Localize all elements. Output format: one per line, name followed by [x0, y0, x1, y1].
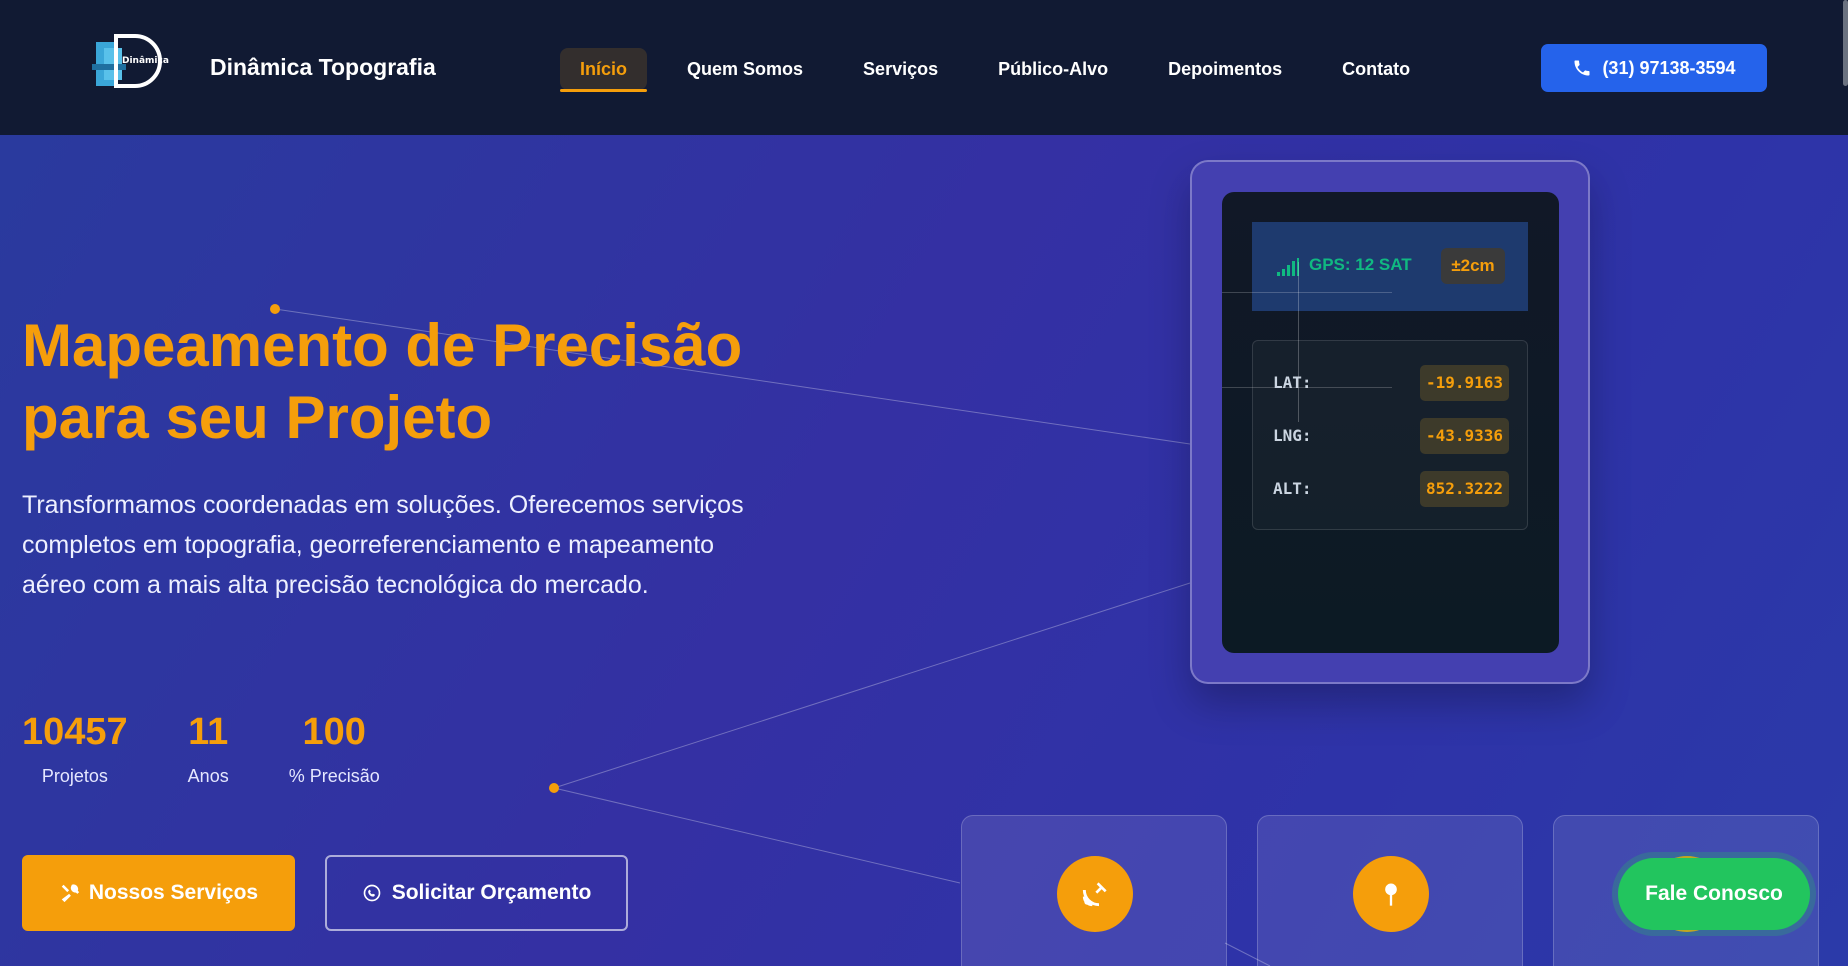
nav-servicos[interactable]: Serviços: [843, 48, 958, 90]
device-screen: GPS: 12 SAT ±2cm LAT: -19.9163 LNG: -43.…: [1222, 192, 1559, 653]
coordinates-panel: LAT: -19.9163 LNG: -43.9336 ALT: 852.322…: [1252, 340, 1528, 530]
logo-text: Dinâmica: [122, 56, 169, 66]
map-pin-icon: [1353, 856, 1429, 932]
stat-value: 10457: [22, 711, 128, 753]
nav-publico-alvo[interactable]: Público-Alvo: [978, 48, 1128, 90]
fale-conosco-button[interactable]: Fale Conosco: [1618, 858, 1810, 930]
logo[interactable]: Dinâmica: [92, 34, 172, 92]
stat-projetos: 10457 Projetos: [22, 710, 128, 787]
satellite-dish-icon: [1057, 856, 1133, 932]
coord-label: ALT:: [1273, 479, 1312, 498]
accuracy-badge: ±2cm: [1441, 248, 1505, 284]
nav-quem-somos[interactable]: Quem Somos: [667, 48, 823, 90]
stat-value: 11: [188, 711, 229, 753]
stat-label: Anos: [187, 766, 229, 786]
gps-device-mockup: GPS: 12 SAT ±2cm LAT: -19.9163 LNG: -43.…: [1190, 160, 1590, 684]
stat-anos: 11 Anos: [188, 710, 229, 787]
top-navbar: Dinâmica Dinâmica Topografia Início Quem…: [0, 0, 1848, 135]
crosshair-line: [1222, 292, 1392, 293]
coord-row-alt: ALT: 852.3222: [1273, 471, 1509, 507]
coord-row-lng: LNG: -43.9336: [1273, 418, 1509, 454]
main-nav: Início Quem Somos Serviços Público-Alvo …: [560, 48, 1450, 92]
phone-icon: [1574, 60, 1590, 76]
logo-mark: Dinâmica: [92, 34, 172, 92]
coord-row-lat: LAT: -19.9163: [1273, 365, 1509, 401]
stat-precisao: 100 % Precisão: [289, 710, 380, 787]
hero-title-line1: Mapeamento de Precisão: [22, 312, 743, 379]
scrollbar-thumb[interactable]: [1843, 0, 1848, 86]
gps-status-bar: GPS: 12 SAT ±2cm: [1252, 222, 1528, 311]
nossos-servicos-button[interactable]: Nossos Serviços: [22, 855, 295, 931]
brand-name[interactable]: Dinâmica Topografia: [210, 54, 436, 81]
primary-button-label: Nossos Serviços: [88, 881, 259, 904]
tools-icon: [61, 884, 80, 903]
whatsapp-icon: [363, 884, 381, 902]
coord-value: -19.9163: [1419, 365, 1509, 401]
feature-card[interactable]: [961, 815, 1227, 966]
nav-contato[interactable]: Contato: [1322, 48, 1430, 90]
stat-value: 100: [302, 711, 366, 753]
phone-button[interactable]: (31) 97138-3594: [1541, 44, 1767, 92]
coord-label: LNG:: [1273, 426, 1312, 445]
hero-title-line2: para seu Projeto: [22, 384, 493, 451]
coord-label: LAT:: [1273, 373, 1312, 392]
nav-depoimentos[interactable]: Depoimentos: [1148, 48, 1302, 90]
signal-icon: [1277, 258, 1299, 276]
phone-number: (31) 97138-3594: [1602, 57, 1736, 78]
solicitar-orcamento-button[interactable]: Solicitar Orçamento: [325, 855, 628, 931]
stats-row: 10457 Projetos 11 Anos 100 % Precisão: [22, 710, 440, 787]
secondary-button-label: Solicitar Orçamento: [391, 881, 592, 904]
hero-section: Mapeamento de Precisão para seu Projeto …: [0, 135, 1848, 966]
coord-value: -43.9336: [1419, 418, 1509, 454]
gps-satellite-count: GPS: 12 SAT: [1309, 255, 1412, 274]
nav-inicio[interactable]: Início: [560, 48, 648, 92]
coord-value: 852.3222: [1419, 471, 1509, 507]
feature-card[interactable]: [1257, 815, 1523, 966]
stat-label: % Precisão: [288, 766, 380, 786]
hero-description: Transformamos coordenadas em soluções. O…: [22, 491, 744, 599]
hero-title: Mapeamento de Precisão para seu Projeto: [22, 310, 822, 454]
stat-label: Projetos: [41, 766, 108, 786]
